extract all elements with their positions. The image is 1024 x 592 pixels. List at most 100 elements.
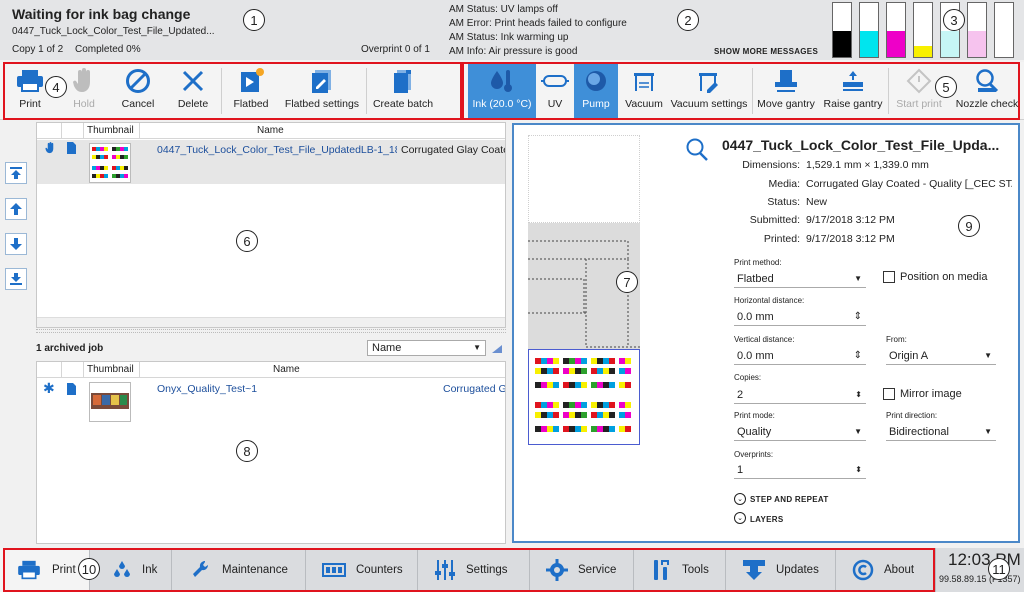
column-name[interactable]: Name [257,125,284,136]
flatbed-settings-button[interactable]: Flatbed settings [280,62,364,118]
horizontal-distance-value: 0.0 mm [737,311,774,323]
move-down-button[interactable] [5,233,27,255]
nav-about[interactable]: About [836,548,936,592]
callout-2: 2 [677,9,699,31]
ink-level-slot[interactable] [967,2,987,58]
column-thumbnail[interactable]: Thumbnail [87,125,134,136]
document-icon [67,142,76,154]
nav-tools[interactable]: Tools [634,548,726,592]
table-header: Thumbnail Name [37,123,505,139]
sort-dropdown[interactable]: Name ▼ [367,340,486,356]
ink-level-gauges[interactable] [832,2,1018,58]
job-thumbnail [89,382,131,422]
vacuum-settings-icon [697,67,721,95]
vacuum-button[interactable]: Vacuum [622,62,666,118]
mirror-image-checkbox[interactable] [883,388,895,400]
step-and-repeat-expander[interactable]: STEP AND REPEAT [750,495,829,504]
nav-ink[interactable]: Ink [90,548,172,592]
flatbed-icon [238,67,264,95]
nav-print[interactable]: Print [0,548,90,592]
nav-maintenance[interactable]: Maintenance [172,548,306,592]
move-top-icon [10,167,22,179]
stepper-icon[interactable]: ⇕ [854,308,862,326]
move-up-button[interactable] [5,198,27,220]
layers-expander[interactable]: LAYERS [750,515,784,524]
horizontal-distance-input[interactable]: 0.0 mm ⇕ [734,308,866,326]
copies-input[interactable]: 2 ⬍ [734,386,866,404]
job-file-name: 0447_Tuck_Lock_Color_Test_File_Updated..… [12,26,215,37]
print-mode-value: Quality [737,426,772,438]
print-method-select[interactable]: Flatbed ▼ [734,270,866,288]
ink-temperature-button[interactable]: Ink (20.0 °C) [468,62,536,118]
sort-order-icon[interactable] [491,342,503,354]
copies-value: 2 [737,389,744,401]
ink-level-fill [995,31,1013,57]
ink-level-slot[interactable] [913,2,933,58]
move-gantry-label: Move gantry [757,98,815,110]
printer-icon [16,560,42,580]
column-thumbnail[interactable]: Thumbnail [87,364,134,375]
nav-settings[interactable]: Settings [418,548,530,592]
raise-gantry-button[interactable]: Raise gantry [820,62,886,118]
ink-level-slot[interactable] [994,2,1014,58]
horizontal-scrollbar[interactable] [37,317,505,327]
callout-5: 5 [935,76,957,98]
preview-job-title: 0447_Tuck_Lock_Color_Test_File_Upda... [722,137,1000,153]
from-select[interactable]: Origin A ▼ [886,347,996,365]
archived-job-count: 1 archived job [36,343,104,354]
counter-icon [322,563,346,577]
chevron-down-icon[interactable]: ⌄ [734,493,746,505]
show-more-messages-link[interactable]: SHOW MORE MESSAGES [714,47,818,56]
print-direction-select[interactable]: Bidirectional ▼ [886,423,996,441]
vertical-distance-label: Vertical distance: [734,335,795,344]
nav-updates[interactable]: Updates [726,548,836,592]
nav-counters[interactable]: Counters [306,548,418,592]
create-batch-button[interactable]: Create batch [370,62,436,118]
vacuum-label: Vacuum [625,98,663,110]
horizontal-distance-label: Horizontal distance: [734,296,805,305]
print-mode-select[interactable]: Quality ▼ [734,423,866,441]
position-on-media-checkbox[interactable] [883,271,895,283]
uv-button[interactable]: UV [538,62,572,118]
table-row[interactable]: ✱ Onyx_Quality_Test~1 Corrugated G [37,379,505,423]
move-gantry-button[interactable]: Move gantry [754,62,818,118]
move-to-bottom-button[interactable] [5,268,27,290]
print-mode-label: Print mode: [734,411,775,420]
download-icon [742,559,766,581]
column-name[interactable]: Name [273,364,300,375]
move-to-top-button[interactable] [5,162,27,184]
ink-level-slot[interactable] [859,2,879,58]
cancel-button[interactable]: Cancel [116,62,160,118]
nav-settings-label: Settings [466,564,508,576]
stepper-icon[interactable]: ⇕ [854,347,862,365]
cancel-icon [125,67,151,95]
vacuum-settings-button[interactable]: Vacuum settings [668,62,750,118]
stepper-icon[interactable]: ⬍ [855,461,862,479]
chevron-down-icon[interactable]: ⌄ [734,512,746,524]
uv-label: UV [547,98,563,110]
stepper-icon[interactable]: ⬍ [855,386,862,404]
message-item: AM Status: Ink warming up [449,32,569,43]
toolbar-separator [221,68,222,114]
ink-level-slot[interactable] [832,2,852,58]
copy-count: Copy 1 of 2 [12,44,64,55]
nozzle-check-button[interactable]: Nozzle check [954,62,1020,118]
pump-button[interactable]: Pump [574,62,618,118]
overprints-input[interactable]: 1 ⬍ [734,461,866,479]
job-name: Onyx_Quality_Test~1 [157,383,258,395]
delete-button[interactable]: Delete [170,62,216,118]
toolbar: Print Hold Cancel Delete Flatbed Flatbed… [0,62,1024,120]
document-icon [67,383,76,395]
mirror-image-label: Mirror image [900,388,962,400]
start-print-label: Start print [896,98,942,110]
flatbed-button[interactable]: Flatbed [226,62,276,118]
callout-11: 11 [988,558,1010,580]
table-row[interactable]: 0447_Tuck_Lock_Color_Test_File_UpdatedLB… [37,140,505,184]
nav-service-label: Service [578,564,617,576]
job-placement[interactable] [528,349,640,445]
hold-button[interactable]: Hold [62,62,106,118]
nav-service[interactable]: Service [530,548,634,592]
panel-splitter[interactable] [36,329,506,333]
vertical-distance-input[interactable]: 0.0 mm ⇕ [734,347,866,365]
ink-level-slot[interactable] [886,2,906,58]
